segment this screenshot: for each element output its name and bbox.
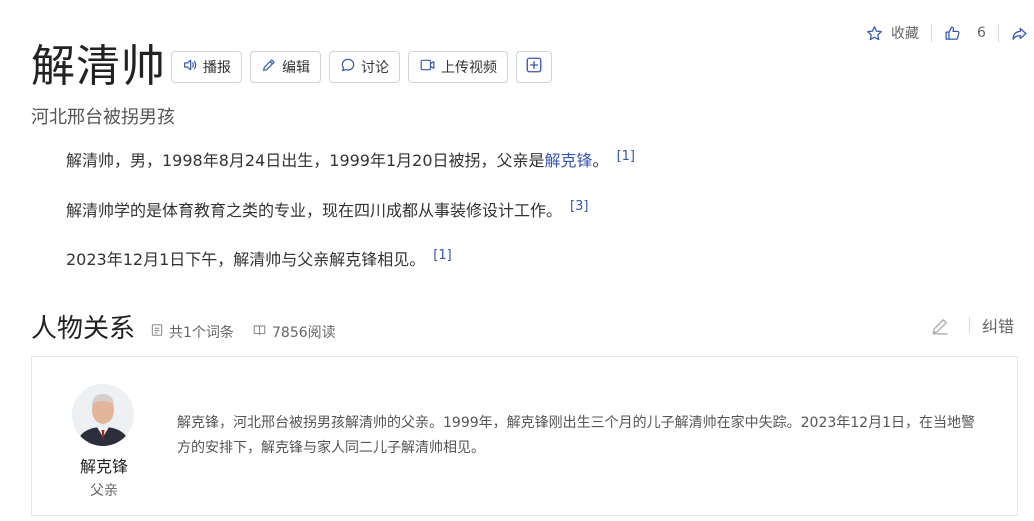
relation-role: 父亲 bbox=[90, 483, 118, 499]
paragraph-text: 。 bbox=[592, 151, 609, 170]
upload-video-button[interactable]: 上传视频 bbox=[408, 51, 508, 83]
summary-paragraph: 2023年12月1日下午，解清帅与父亲解克锋相见。 [1] bbox=[66, 246, 452, 270]
correct-button[interactable]: 纠错 bbox=[982, 313, 1014, 337]
thumbs-up-icon bbox=[944, 25, 961, 42]
relation-name[interactable]: 解克锋 bbox=[66, 453, 142, 477]
share-button[interactable]: 2 bbox=[1011, 25, 1034, 42]
relation-description: 解克锋，河北邢台被拐男孩解清帅的父亲。1999年，解克锋刚出生三个月的儿子解清帅… bbox=[177, 415, 975, 456]
pencil-icon bbox=[261, 57, 277, 77]
section-title: 人物关系 bbox=[31, 314, 136, 344]
action-divider bbox=[997, 24, 999, 42]
upload-video-label: 上传视频 bbox=[441, 60, 497, 76]
summary-paragraph: 解清帅，男，1998年8月24日出生，1999年1月20日被拐，父亲是解克锋。 [… bbox=[66, 147, 635, 171]
entry-toolbar: 播报 编辑 讨论 上传视频 bbox=[171, 51, 552, 83]
action-divider bbox=[931, 24, 932, 42]
summary-paragraph: 解清帅学的是体育教育之类的专业，现在四川成都从事装修设计工作。 [3] bbox=[66, 197, 588, 221]
like-count: 6 bbox=[977, 25, 986, 41]
entry-subtitle: 河北邢台被拐男孩 bbox=[31, 107, 175, 128]
favorite-button[interactable]: 收藏 bbox=[866, 23, 919, 43]
like-button[interactable]: 6 bbox=[944, 25, 986, 42]
read-count-label: 7856阅读 bbox=[272, 325, 336, 341]
speaker-icon bbox=[182, 57, 198, 77]
discuss-button[interactable]: 讨论 bbox=[329, 51, 400, 83]
document-icon bbox=[150, 323, 164, 341]
reference-link[interactable]: [1] bbox=[433, 248, 451, 263]
entry-count: 共1个词条 bbox=[150, 322, 234, 342]
pencil-icon bbox=[930, 319, 950, 340]
paragraph-text: 2023年12月1日下午，解清帅与父亲解克锋相见。 bbox=[66, 250, 426, 269]
video-camera-icon bbox=[419, 57, 436, 77]
speech-bubble-icon bbox=[340, 57, 356, 77]
favorite-label: 收藏 bbox=[891, 26, 919, 42]
edit-button[interactable]: 编辑 bbox=[250, 51, 321, 83]
discuss-label: 讨论 bbox=[361, 60, 389, 76]
star-icon bbox=[866, 25, 883, 42]
paragraph-text: 解清帅，男，1998年8月24日出生，1999年1月20日被拐，父亲是 bbox=[66, 151, 545, 170]
reference-link[interactable]: [3] bbox=[570, 199, 588, 214]
add-button[interactable] bbox=[516, 51, 552, 83]
broadcast-label: 播报 bbox=[203, 60, 231, 76]
entry-count-label: 共1个词条 bbox=[169, 325, 234, 341]
book-icon bbox=[252, 323, 267, 341]
page-title: 解清帅 bbox=[31, 41, 166, 92]
read-count: 7856阅读 bbox=[252, 322, 336, 342]
top-actions: 收藏 6 2 bbox=[866, 20, 1034, 46]
plus-square-icon bbox=[525, 56, 543, 78]
section-divider bbox=[969, 317, 970, 333]
edit-label: 编辑 bbox=[282, 60, 310, 76]
father-link[interactable]: 解克锋 bbox=[545, 151, 593, 170]
avatar[interactable] bbox=[72, 384, 134, 446]
share-icon bbox=[1011, 25, 1028, 42]
paragraph-text: 解清帅学的是体育教育之类的专业，现在四川成都从事装修设计工作。 bbox=[66, 201, 563, 220]
section-edit-button[interactable] bbox=[930, 316, 950, 340]
reference-link[interactable]: [1] bbox=[617, 149, 635, 164]
broadcast-button[interactable]: 播报 bbox=[171, 51, 242, 83]
